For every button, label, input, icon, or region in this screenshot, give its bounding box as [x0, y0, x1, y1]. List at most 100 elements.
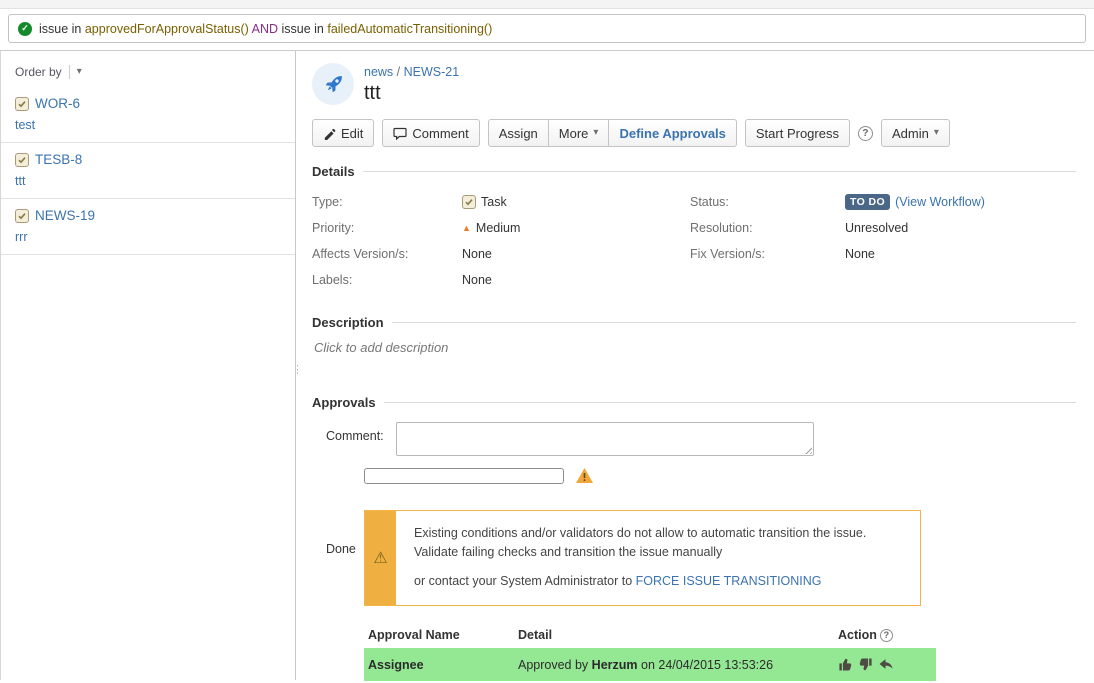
jql-segment-function: failedAutomaticTransitioning(): [327, 22, 492, 36]
define-approvals-button[interactable]: Define Approvals: [608, 119, 736, 147]
assign-button-label: Assign: [499, 126, 538, 141]
approval-progress-row: [364, 467, 1076, 484]
detail-user: Herzum: [592, 658, 638, 672]
assign-button[interactable]: Assign: [488, 119, 549, 147]
resolution-label: Resolution:: [690, 215, 845, 241]
issue-summary-link[interactable]: test: [15, 118, 283, 132]
details-section: Details Type: Task Priority:: [312, 164, 1076, 293]
help-icon[interactable]: ?: [858, 126, 873, 141]
approvals-table-header: Approval Name Detail Action ?: [364, 621, 936, 648]
affects-versions-label: Affects Version/s:: [312, 241, 462, 267]
order-by-caret-icon[interactable]: ▾: [77, 67, 82, 77]
more-button-label: More: [559, 126, 589, 141]
order-by-label: Order by: [15, 65, 62, 79]
issue-summary-link[interactable]: ttt: [15, 174, 283, 188]
jql-segment: issue in: [282, 22, 328, 36]
issue-summary-link[interactable]: rrr: [15, 230, 283, 244]
chevron-down-icon: ▾: [934, 128, 939, 138]
sidebar-issue-wor-6[interactable]: WOR-6 test: [1, 87, 295, 143]
task-type-icon: [15, 97, 29, 111]
affects-versions-value: None: [462, 241, 492, 267]
issue-key-link[interactable]: WOR-6: [35, 96, 80, 111]
warning-triangle-icon[interactable]: [575, 467, 594, 484]
priority-label: Priority:: [312, 215, 462, 241]
define-approvals-label: Define Approvals: [619, 126, 725, 141]
comment-button[interactable]: Comment: [382, 119, 479, 147]
comment-button-label: Comment: [412, 126, 468, 141]
breadcrumb: news / NEWS-21: [364, 63, 459, 79]
issue-key-link[interactable]: NEWS-19: [35, 208, 95, 223]
thumbs-up-icon[interactable]: [838, 657, 853, 672]
warning-stripe: ⚠: [365, 511, 396, 605]
task-type-icon: [15, 153, 29, 167]
jql-segment-function: approvedForApprovalStatus(): [85, 22, 249, 36]
issue-list-sidebar: Order by ▾ WOR-6 test TESB-8 ttt NEWS-19…: [0, 51, 296, 680]
approval-row-assignee: Assignee Approved by Herzum on 24/04/201…: [364, 648, 936, 681]
jql-segment: issue in: [39, 22, 85, 36]
detail-suffix: on 24/04/2015 13:53:26: [638, 658, 774, 672]
rocket-icon: [320, 71, 347, 98]
workflow-button-group: Assign More ▾ Define Approvals: [488, 119, 737, 147]
undo-arrow-icon[interactable]: [878, 657, 894, 672]
more-button[interactable]: More ▾: [548, 119, 610, 147]
action-help-icon[interactable]: ?: [880, 629, 893, 642]
jql-query-input[interactable]: ✓ issue in approvedForApprovalStatus() A…: [8, 14, 1086, 43]
priority-value: Medium: [476, 215, 520, 241]
approval-comment-row: Comment:: [326, 422, 1076, 456]
type-value: Task: [481, 189, 507, 215]
breadcrumb-separator: /: [393, 65, 403, 79]
content-split: Order by ▾ WOR-6 test TESB-8 ttt NEWS-19…: [0, 50, 1094, 680]
section-divider: [384, 402, 1076, 403]
project-avatar: [312, 63, 354, 105]
fix-versions-label: Fix Version/s:: [690, 241, 845, 267]
field-resolution: Resolution: Unresolved: [690, 215, 1076, 241]
type-label: Type:: [312, 189, 462, 215]
task-type-icon: [462, 195, 476, 209]
admin-button[interactable]: Admin ▾: [881, 119, 950, 147]
approval-detail-cell: Approved by Herzum on 24/04/2015 13:53:2…: [518, 658, 838, 672]
edit-button[interactable]: Edit: [312, 119, 374, 147]
issue-toolbar: Edit Comment Assign More ▾ Define Approv…: [312, 119, 1076, 147]
column-header-action: Action: [838, 628, 877, 642]
pencil-icon: [323, 127, 336, 140]
approvals-heading: Approvals: [312, 395, 376, 410]
approvals-section: Approvals Comment:: [312, 395, 1076, 681]
issue-key-link[interactable]: TESB-8: [35, 152, 82, 167]
force-issue-transitioning-link[interactable]: FORCE ISSUE TRANSITIONING: [636, 574, 822, 588]
jql-segment-operator: AND: [249, 22, 282, 36]
sidebar-issue-news-19[interactable]: NEWS-19 rrr: [1, 199, 295, 255]
approval-done-row: Done ⚠ Existing conditions and/or valida…: [326, 510, 1076, 606]
transition-warning-box: ⚠ Existing conditions and/or validators …: [364, 510, 921, 606]
approval-comment-input[interactable]: [396, 422, 814, 456]
sidebar-resize-handle[interactable]: ⋮: [292, 363, 301, 376]
edit-button-label: Edit: [341, 126, 363, 141]
view-workflow-link[interactable]: (View Workflow): [895, 189, 985, 215]
details-left-column: Type: Task Priority: ▲ Medium: [312, 189, 690, 293]
column-header-approval-name: Approval Name: [368, 628, 518, 642]
warning-line-3: or contact your System Administrator to …: [414, 572, 866, 591]
priority-medium-icon: ▲: [462, 224, 471, 233]
sidebar-issue-tesb-8[interactable]: TESB-8 ttt: [1, 143, 295, 199]
breadcrumb-project-link[interactable]: news: [364, 65, 393, 79]
field-fix-versions: Fix Version/s: None: [690, 241, 1076, 267]
jql-query-text: issue in approvedForApprovalStatus() AND…: [39, 22, 492, 36]
field-affects-versions: Affects Version/s: None: [312, 241, 690, 267]
warning-line-2: Validate failing checks and transition t…: [414, 543, 866, 562]
breadcrumb-issue-key-link[interactable]: NEWS-21: [404, 65, 460, 79]
task-type-icon: [15, 209, 29, 223]
approval-name-cell: Assignee: [368, 658, 518, 672]
labels-value: None: [462, 267, 492, 293]
section-divider: [392, 322, 1076, 323]
issue-header: news / NEWS-21 ttt: [312, 63, 1076, 105]
description-heading: Description: [312, 315, 384, 330]
detail-prefix: Approved by: [518, 658, 592, 672]
order-by-row: Order by ▾: [1, 59, 295, 87]
comment-field-label: Comment:: [326, 422, 396, 456]
thumbs-down-icon[interactable]: [858, 657, 873, 672]
warning-line-1: Existing conditions and/or validators do…: [414, 524, 866, 543]
issue-title: ttt: [364, 82, 459, 105]
labels-label: Labels:: [312, 267, 462, 293]
query-bar-wrap: ✓ issue in approvedForApprovalStatus() A…: [0, 9, 1094, 50]
description-placeholder[interactable]: Click to add description: [314, 340, 1076, 355]
start-progress-button[interactable]: Start Progress: [745, 119, 850, 147]
